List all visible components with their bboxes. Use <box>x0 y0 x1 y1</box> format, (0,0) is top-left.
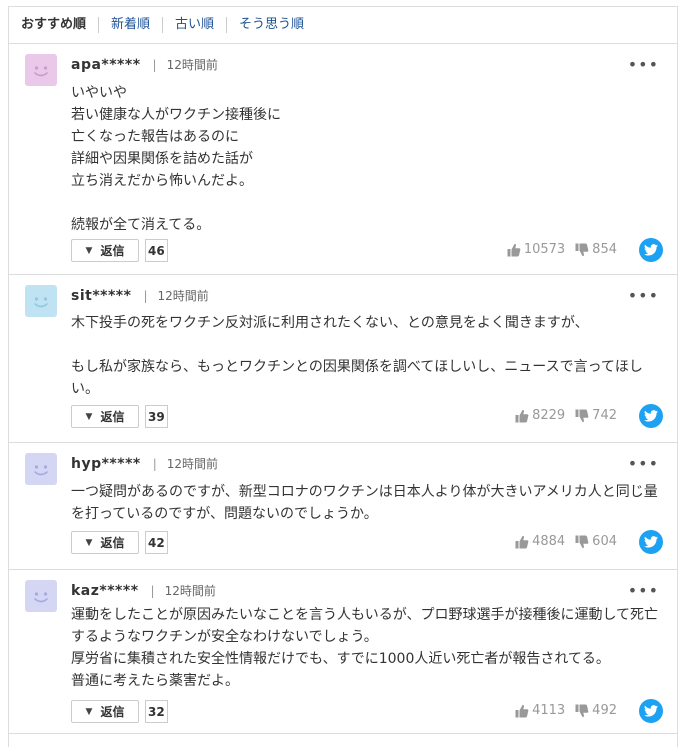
comment-body: いやいや 若い健康な人がワクチン接種後に 亡くなった報告はあるのに 詳細や因果関… <box>71 85 281 233</box>
twitter-bird-icon <box>644 244 658 256</box>
avatar <box>25 54 57 86</box>
twitter-share-button[interactable] <box>639 238 663 262</box>
sort-tab-oldest[interactable]: 古い順 <box>162 17 226 33</box>
thumbs-down-icon <box>575 535 589 548</box>
thumbs-up-icon <box>515 535 529 548</box>
reply-label: 返信 <box>100 536 125 550</box>
reply-count: 32 <box>145 700 168 723</box>
reply-count: 46 <box>145 239 168 262</box>
separator: | <box>150 583 155 598</box>
sort-tab-most-agreed[interactable]: そう思う順 <box>226 17 316 33</box>
thumbs-down-icon <box>575 704 589 717</box>
reply-button[interactable]: ▼ 返信 <box>71 531 139 554</box>
dislike-button[interactable]: 492 <box>575 703 617 718</box>
vote-group: 4113 492 <box>515 703 617 718</box>
twitter-bird-icon <box>644 410 658 422</box>
caret-down-icon: ▼ <box>85 537 93 548</box>
comment-panel: おすすめ順 新着順 古い順 そう思う順 apa***** | 12時間前 •••… <box>8 6 678 747</box>
username[interactable]: hyp***** <box>71 456 141 472</box>
timestamp: 12時間前 <box>166 457 219 471</box>
sort-tab-recommended[interactable]: おすすめ順 <box>21 17 98 33</box>
comment-header: kaz***** | 12時間前 <box>71 582 216 599</box>
dislike-button[interactable]: 854 <box>575 242 617 257</box>
like-count: 4884 <box>532 534 566 549</box>
like-count: 4113 <box>532 703 566 718</box>
avatar <box>25 580 57 612</box>
reply-button[interactable]: ▼ 返信 <box>71 700 139 723</box>
dislike-count: 854 <box>592 242 617 257</box>
smiley-icon <box>25 54 57 86</box>
more-options-icon[interactable]: ••• <box>628 583 659 599</box>
caret-down-icon: ▼ <box>85 706 93 717</box>
thumbs-up-icon <box>515 409 529 422</box>
dislike-count: 492 <box>592 703 617 718</box>
smiley-icon <box>25 285 57 317</box>
reply-row: ▼ 返信 42 <box>71 531 168 554</box>
comment-body: 運動をしたことが原因みたいなことを言う人もいるが、プロ野球選手が接種後に運動して… <box>71 607 659 689</box>
thumbs-down-icon <box>575 243 589 256</box>
reply-label: 返信 <box>100 244 125 258</box>
vote-group: 4884 604 <box>515 534 617 549</box>
thumbs-up-icon <box>507 243 521 256</box>
reply-button[interactable]: ▼ 返信 <box>71 405 139 428</box>
twitter-bird-icon <box>644 536 658 548</box>
reply-button[interactable]: ▼ 返信 <box>71 239 139 262</box>
avatar <box>25 453 57 485</box>
twitter-share-button[interactable] <box>639 530 663 554</box>
like-button[interactable]: 8229 <box>515 408 565 423</box>
reply-row: ▼ 返信 46 <box>71 239 168 262</box>
twitter-bird-icon <box>644 705 658 717</box>
dislike-count: 604 <box>592 534 617 549</box>
separator: | <box>143 288 148 303</box>
thumbs-up-icon <box>515 704 529 717</box>
smiley-icon <box>25 580 57 612</box>
reply-label: 返信 <box>100 410 125 424</box>
username[interactable]: apa***** <box>71 57 141 73</box>
comment-list: apa***** | 12時間前 ••• いやいや 若い健康な人がワクチン接種後… <box>9 44 677 734</box>
comment-header: apa***** | 12時間前 <box>71 56 218 73</box>
sort-tabs: おすすめ順 新着順 古い順 そう思う順 <box>9 7 677 44</box>
reply-label: 返信 <box>100 705 125 719</box>
timestamp: 12時間前 <box>164 584 216 598</box>
caret-down-icon: ▼ <box>85 411 93 422</box>
caret-down-icon: ▼ <box>85 245 93 256</box>
vote-group: 10573 854 <box>507 242 617 257</box>
vote-group: 8229 742 <box>515 408 617 423</box>
comment-header: sit***** | 12時間前 <box>71 287 209 304</box>
comment-header: hyp***** | 12時間前 <box>71 455 218 472</box>
smiley-icon <box>25 453 57 485</box>
reply-count: 42 <box>145 531 168 554</box>
avatar <box>25 285 57 317</box>
comment-item: apa***** | 12時間前 ••• いやいや 若い健康な人がワクチン接種後… <box>9 44 677 275</box>
sort-tab-newest[interactable]: 新着順 <box>98 17 162 33</box>
separator: | <box>152 57 157 72</box>
dislike-count: 742 <box>592 408 617 423</box>
reply-row: ▼ 返信 32 <box>71 700 168 723</box>
comment-body: 一つ疑問があるのですが、新型コロナのワクチンは日本人より体が大きいアメリカ人と同… <box>71 484 658 522</box>
comment-item: kaz***** | 12時間前 ••• 運動をしたことが原因みたいなことを言う… <box>9 570 677 734</box>
reply-count: 39 <box>145 405 168 428</box>
timestamp: 12時間前 <box>157 289 209 303</box>
like-button[interactable]: 4113 <box>515 703 565 718</box>
twitter-share-button[interactable] <box>639 404 663 428</box>
more-options-icon[interactable]: ••• <box>628 57 659 73</box>
comment-item: hyp***** | 12時間前 ••• 一つ疑問があるのですが、新型コロナのワ… <box>9 443 677 570</box>
timestamp: 12時間前 <box>166 58 218 72</box>
comment-item: sit***** | 12時間前 ••• 木下投手の死をワクチン反対派に利用され… <box>9 275 677 443</box>
username[interactable]: kaz***** <box>71 583 139 599</box>
thumbs-down-icon <box>575 409 589 422</box>
more-options-icon[interactable]: ••• <box>628 456 659 472</box>
username[interactable]: sit***** <box>71 288 131 304</box>
separator: | <box>152 456 157 471</box>
like-button[interactable]: 10573 <box>507 242 565 257</box>
twitter-share-button[interactable] <box>639 699 663 723</box>
reply-row: ▼ 返信 39 <box>71 405 168 428</box>
like-count: 10573 <box>523 242 566 257</box>
like-count: 8229 <box>532 408 566 423</box>
more-options-icon[interactable]: ••• <box>628 288 659 304</box>
comment-body: 木下投手の死をワクチン反対派に利用されたくない、との意見をよく聞きますが、 もし… <box>71 315 643 397</box>
like-button[interactable]: 4884 <box>515 534 565 549</box>
dislike-button[interactable]: 742 <box>575 408 617 423</box>
dislike-button[interactable]: 604 <box>575 534 617 549</box>
